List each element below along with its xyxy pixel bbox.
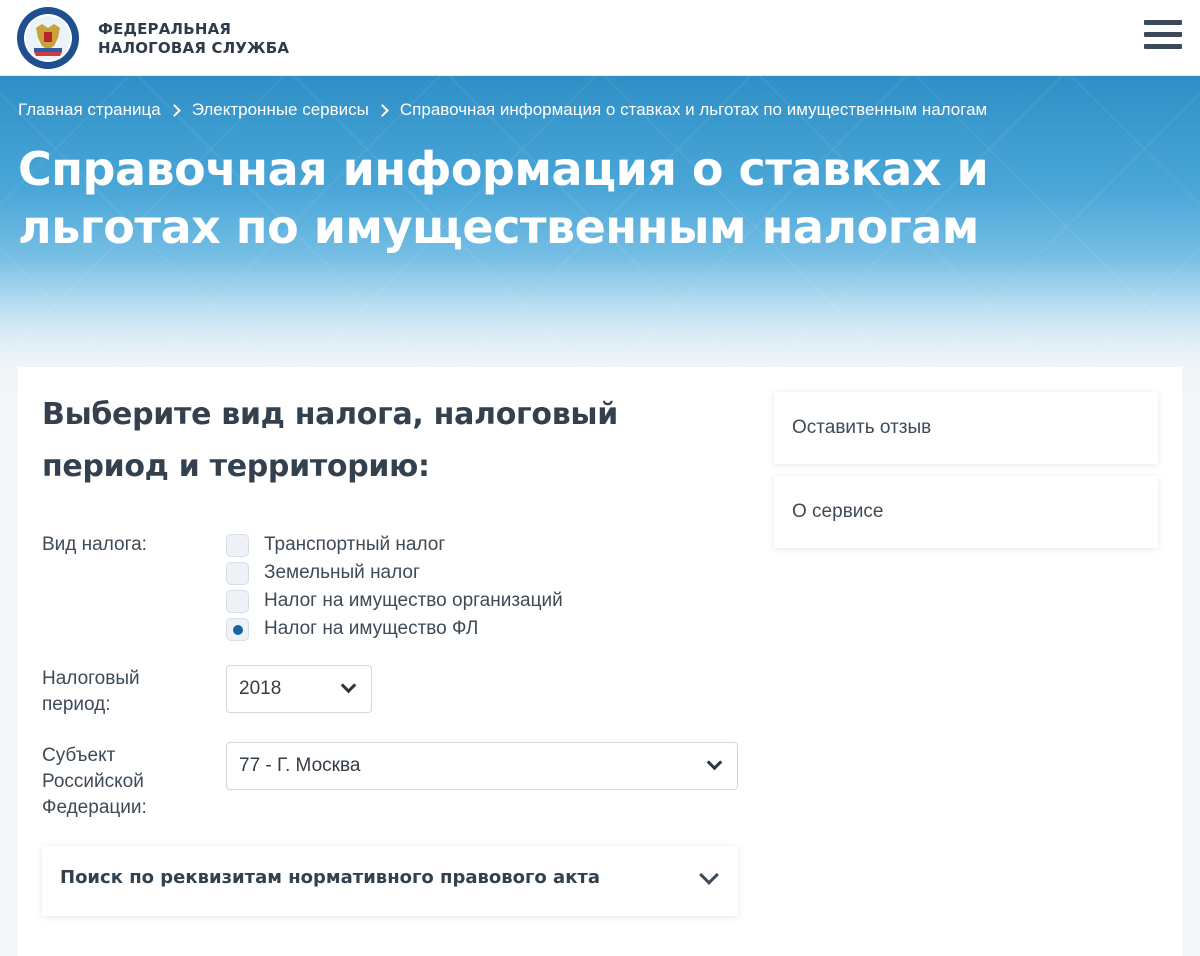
about-service-button[interactable]: О сервисе [774, 476, 1158, 548]
breadcrumb-current[interactable]: Справочная информация о ставках и льгота… [400, 100, 987, 120]
hamburger-menu-icon[interactable] [1144, 20, 1182, 52]
logo-line-1: ФЕДЕРАЛЬНАЯ [98, 20, 232, 38]
region-select[interactable]: 77 - Г. Москва [226, 742, 738, 790]
site-logo-text[interactable]: ФЕДЕРАЛЬНАЯ НАЛОГОВАЯ СЛУЖБА [98, 20, 289, 58]
region-label-line-1: Субъект [42, 745, 116, 766]
radio-button[interactable] [226, 533, 249, 557]
tax-period-select[interactable]: 2018 [226, 665, 372, 713]
legal-act-search-accordion[interactable]: Поиск по реквизитам нормативного правово… [42, 846, 738, 916]
feedback-button[interactable]: Оставить отзыв [774, 392, 1158, 464]
tax-period-value: 2018 [239, 678, 282, 699]
chevron-down-icon [706, 754, 723, 771]
logo-line-2: НАЛОГОВАЯ СЛУЖБА [98, 39, 290, 57]
region-value: 77 - Г. Москва [239, 755, 361, 776]
site-header: ФЕДЕРАЛЬНАЯ НАЛОГОВАЯ СЛУЖБА [0, 0, 1200, 76]
service-card: Выберите вид налога, налоговый период и … [18, 367, 1182, 956]
radio-label: Земельный налог [264, 562, 420, 583]
radio-label: Налог на имущество организаций [264, 590, 563, 611]
region-label-line-3: Федерации: [42, 797, 147, 818]
chevron-right-icon [167, 103, 181, 117]
chevron-down-icon[interactable] [699, 865, 719, 885]
radio-label: Транспортный налог [264, 534, 446, 555]
radio-transport-tax[interactable]: Транспортный налог [226, 531, 563, 559]
breadcrumb: Главная страница Электронные сервисы Спр… [18, 100, 987, 120]
radio-personal-property-tax[interactable]: Налог на имущество ФЛ [226, 615, 563, 643]
region-label-line-2: Российской [42, 771, 144, 792]
radio-org-property-tax[interactable]: Налог на имущество организаций [226, 587, 563, 615]
radio-button[interactable] [226, 561, 249, 585]
tax-period-label: Налоговый период: [42, 666, 140, 718]
radio-land-tax[interactable]: Земельный налог [226, 559, 563, 587]
breadcrumb-services[interactable]: Электронные сервисы [192, 100, 369, 120]
fns-emblem-icon[interactable] [16, 6, 80, 70]
radio-button-checked[interactable] [226, 617, 249, 641]
form-title: Выберите вид налога, налоговый период и … [42, 397, 618, 484]
tax-type-label: Вид налога: [42, 534, 147, 555]
region-label: Субъект Российской Федерации: [42, 743, 147, 821]
hero-banner: Главная страница Электронные сервисы Спр… [0, 76, 1200, 406]
radio-label: Налог на имущество ФЛ [264, 618, 479, 639]
tax-type-radio-group: Транспортный налог Земельный налог Налог… [226, 531, 563, 643]
chevron-right-icon [376, 103, 389, 117]
page-title: Справочная информация о ставках и льгота… [18, 142, 989, 254]
tax-period-label-line-1: Налоговый [42, 668, 140, 689]
breadcrumb-home[interactable]: Главная страница [18, 100, 161, 120]
tax-period-label-line-2: период: [42, 694, 111, 715]
chevron-down-icon [340, 677, 357, 694]
accordion-title: Поиск по реквизитам нормативного правово… [60, 867, 600, 888]
radio-button[interactable] [226, 589, 249, 613]
